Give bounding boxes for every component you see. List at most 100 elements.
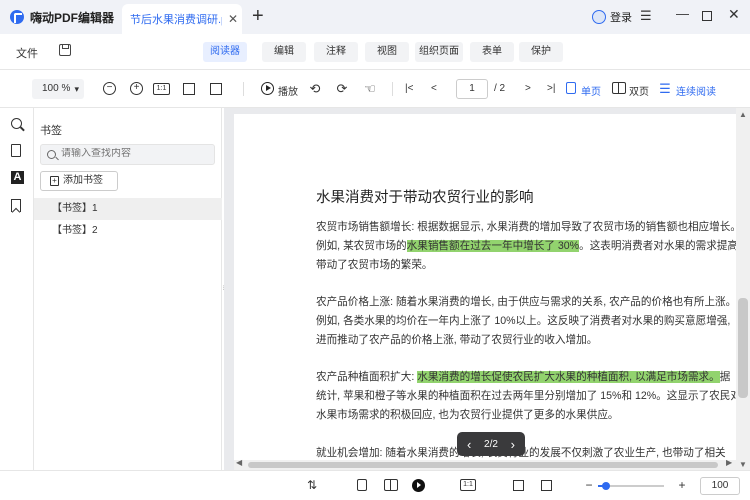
text-line: 农产品价格上涨: 随着水果消费的增长, 由于供应与需求的关系, 农产品的价格也有… [316, 296, 737, 308]
zoom-slider-knob[interactable] [602, 482, 610, 490]
save-icon[interactable] [59, 44, 71, 56]
scroll-up-icon[interactable]: ▲ [739, 110, 747, 119]
scroll-down-icon[interactable]: ▼ [739, 460, 747, 469]
page-number-input[interactable]: 1 [456, 79, 488, 99]
toolbar-divider [243, 82, 244, 96]
fit-width-icon[interactable] [210, 83, 222, 95]
tab-annotate[interactable]: 注释 [314, 42, 358, 62]
add-bookmark-label: 添加书签 [63, 175, 103, 186]
bookmark-item[interactable]: 【书签】2 [34, 220, 222, 242]
text-line: 例如, 各类水果的均价在一年内上涨了 10%以上。这反映了消费者对水果的购买意愿… [316, 315, 731, 327]
search-input[interactable] [61, 148, 211, 159]
add-bookmark-button[interactable]: + 添加书签 [40, 171, 118, 191]
menu-icon[interactable]: ☰ [640, 8, 652, 24]
search-icon[interactable] [11, 118, 22, 129]
toolbar-divider [392, 82, 393, 96]
tab-reader[interactable]: 阅读器 [203, 42, 247, 62]
text-line: 例如, 某农贸市场的水果销售额在过去一年中增长了 30%。这表明消费者对水果的需… [316, 240, 741, 252]
bookmark-icon[interactable] [11, 199, 21, 212]
play-icon[interactable] [412, 479, 425, 492]
app-name: 嗨动PDF编辑器 [30, 10, 115, 25]
next-page-icon[interactable]: > [525, 83, 531, 94]
chevron-down-icon: ▾ [74, 84, 79, 94]
zoom-out-icon[interactable]: − [583, 479, 595, 492]
new-tab-button[interactable]: + [252, 6, 264, 26]
page-icon[interactable] [11, 144, 21, 157]
app-logo-icon [10, 10, 24, 24]
first-page-icon[interactable]: |< [405, 83, 413, 94]
actual-size-icon[interactable]: 1:1 [460, 479, 476, 491]
scrollbar-thumb[interactable] [248, 462, 718, 468]
highlight: 水果消费的增长促使农民扩大水果的种植面积, 以满足市场需求。 [417, 371, 720, 383]
zoom-value-field[interactable]: 100 [700, 477, 740, 495]
add-bookmark-icon: + [50, 176, 59, 186]
page-navigator: ‹ 2/2 › [457, 432, 525, 456]
continuous-read-label[interactable]: 连续阅读 [676, 83, 716, 98]
close-window-icon[interactable]: ✕ [728, 6, 740, 23]
next-page-icon[interactable]: › [511, 437, 515, 452]
single-page-label[interactable]: 单页 [581, 83, 601, 98]
fit-page-icon[interactable] [513, 480, 524, 491]
bookmark-search[interactable] [40, 144, 215, 165]
file-menu[interactable]: 文件 [16, 45, 38, 61]
tab-edit[interactable]: 编辑 [262, 42, 306, 62]
toolbar: 100 % ▾ − + 1:1 播放 ⟲ ⟳ ☜ |< < 1 / 2 > >|… [0, 70, 750, 108]
bookmark-item[interactable]: 【书签】1 [34, 198, 222, 220]
rotate-left-icon[interactable]: ⟲ [308, 82, 322, 96]
login-button[interactable]: 登录 [592, 9, 632, 25]
page-total: / 2 [494, 83, 506, 94]
double-page-icon[interactable] [612, 82, 626, 94]
continuous-read-icon[interactable]: ☰ [658, 82, 672, 96]
document-viewport[interactable]: 水果消费对于带动农贸行业的影响 农贸市场销售额增长: 根据数据显示, 水果消费的… [224, 108, 750, 470]
paragraph-1: 农贸市场销售额增长: 根据数据显示, 水果消费的增加导致了农贸市场的销售额也相应… [316, 218, 741, 275]
minimize-icon[interactable]: — [676, 6, 689, 21]
tab-view[interactable]: 视图 [365, 42, 409, 62]
vertical-scrollbar[interactable]: ▲ ▼ [736, 108, 750, 470]
zoom-select[interactable]: 100 % ▾ [32, 79, 84, 99]
menu-bar: 文件 阅读器 编辑 注释 视图 组织页面 表单 保护 [0, 34, 750, 70]
text-line: 带动了农贸市场的繁荣。 [316, 259, 433, 271]
double-page-label[interactable]: 双页 [629, 83, 649, 98]
search-icon [47, 150, 56, 159]
single-page-icon[interactable] [566, 82, 576, 94]
actual-size-icon[interactable]: 1:1 [153, 83, 170, 95]
zoom-out-icon[interactable]: − [103, 82, 116, 95]
zoom-value: 100 % [42, 83, 71, 94]
horizontal-scrollbar[interactable]: ◀ ▶ [234, 458, 736, 470]
text-line: 农贸市场销售额增长: 根据数据显示, 水果消费的增加导致了农贸市场的销售额也相应… [316, 221, 741, 233]
rotate-right-icon[interactable]: ⟳ [335, 82, 349, 96]
double-page-icon[interactable] [384, 479, 398, 491]
prev-page-icon[interactable]: < [431, 83, 437, 94]
prev-page-icon[interactable]: ‹ [467, 437, 471, 452]
scrollbar-thumb[interactable] [738, 298, 748, 398]
last-page-icon[interactable]: >| [547, 83, 555, 94]
single-page-icon[interactable] [357, 479, 367, 491]
text-line: 水果市场需求的积极回应, 也为农贸行业提供了更多的水果供应。 [316, 409, 619, 421]
continuous-read-icon[interactable]: ⇅ [306, 479, 318, 492]
maximize-icon[interactable] [702, 11, 712, 21]
user-avatar-icon [592, 10, 606, 24]
panel-title: 书签 [40, 125, 62, 137]
document-tab-label: 节后水果消费调研.p... [130, 14, 222, 26]
play-label[interactable]: 播放 [278, 83, 298, 98]
tab-protect[interactable]: 保护 [519, 42, 563, 62]
sidebar-icon-strip: A [0, 108, 34, 470]
tab-close-icon[interactable]: ✕ [228, 12, 238, 26]
paragraph-2: 农产品价格上涨: 随着水果消费的增长, 由于供应与需求的关系, 农产品的价格也有… [316, 293, 737, 350]
document-tab[interactable]: 节后水果消费调研.p... ✕ [122, 4, 242, 34]
fit-width-icon[interactable] [541, 480, 552, 491]
scroll-left-icon[interactable]: ◀ [236, 458, 242, 467]
tab-form[interactable]: 表单 [470, 42, 514, 62]
zoom-in-icon[interactable]: + [676, 479, 688, 492]
text-line: 统计, 苹果和橙子等水果的种植面积在过去两年里分别增加了 15%和 12%。这显… [316, 390, 741, 402]
scroll-right-icon[interactable]: ▶ [726, 458, 732, 467]
fit-page-icon[interactable] [183, 83, 195, 95]
highlight: 水果销售额在过去一年中增长了 30% [406, 240, 580, 252]
zoom-in-icon[interactable]: + [130, 82, 143, 95]
hand-tool-icon[interactable]: ☜ [363, 82, 377, 96]
tab-organize-pages[interactable]: 组织页面 [415, 42, 463, 62]
play-icon[interactable] [261, 82, 274, 95]
zoom-slider[interactable] [598, 482, 664, 490]
login-label: 登录 [610, 12, 632, 24]
font-icon[interactable]: A [11, 171, 24, 184]
